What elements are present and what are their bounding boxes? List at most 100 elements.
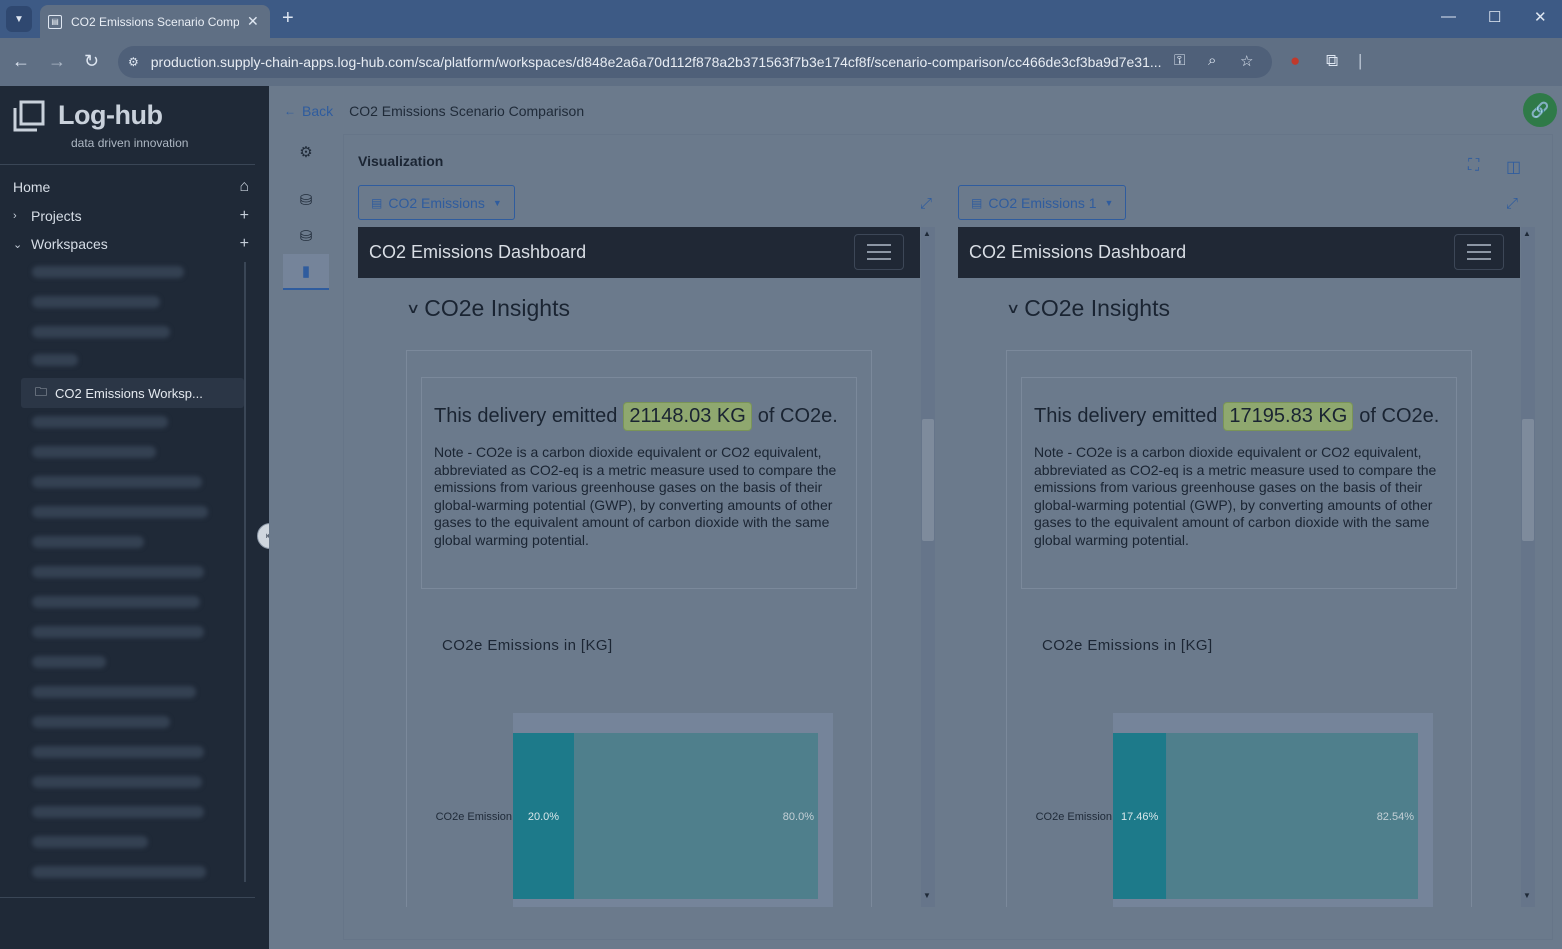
dashboard-header: CO2 Emissions Dashboard: [358, 227, 920, 278]
scroll-up-icon[interactable]: ▲: [923, 229, 931, 238]
scroll-down-icon[interactable]: ▼: [1523, 891, 1531, 900]
sidebar-item-home[interactable]: Home ⌂: [13, 176, 249, 198]
blurred-workspace-item[interactable]: [32, 806, 204, 818]
blurred-workspace-item[interactable]: [32, 866, 206, 878]
bar-data-label: 17.46%: [1121, 811, 1159, 823]
emission-value-badge: 17195.83 KG: [1223, 402, 1354, 431]
main-content: ← Back CO2 Emissions Scenario Comparison…: [269, 86, 1562, 949]
hamburger-menu-button[interactable]: [854, 234, 904, 270]
emission-summary-line: This delivery emitted 17195.83 KG of CO2…: [1034, 402, 1439, 431]
tool-rail: ⚙ ⛁ ⛁ ▮: [283, 134, 329, 300]
blurred-workspace-item[interactable]: [32, 266, 184, 278]
blurred-workspace-item[interactable]: [32, 416, 168, 428]
emission-prefix: This delivery emitted: [434, 405, 618, 427]
share-link-button[interactable]: 🔗: [1523, 93, 1557, 127]
emission-prefix: This delivery emitted: [1034, 405, 1218, 427]
back-arrow-icon[interactable]: ←: [12, 51, 30, 72]
database-input-icon[interactable]: ⛁: [283, 182, 329, 218]
logo-text: Log-hub: [58, 100, 163, 130]
add-project-icon[interactable]: +: [240, 207, 249, 225]
site-settings-icon[interactable]: ⚙: [128, 55, 139, 69]
dashboard-scrollbar[interactable]: ▲ ▼: [1521, 227, 1535, 907]
bar-segment[interactable]: [574, 733, 818, 899]
blurred-workspace-item[interactable]: [32, 446, 156, 458]
blurred-workspace-item[interactable]: [32, 686, 196, 698]
settings-gear-icon[interactable]: ⚙: [283, 134, 329, 170]
scrollbar-thumb[interactable]: [1522, 419, 1534, 541]
maximize-button[interactable]: ☐: [1488, 8, 1501, 26]
sidebar-item-projects[interactable]: › Projects +: [13, 205, 249, 227]
address-bar[interactable]: ⚙ production.supply-chain-apps.log-hub.c…: [118, 46, 1272, 78]
chevron-down-icon: ⌄: [13, 238, 23, 251]
password-key-icon[interactable]: ⚿: [1174, 52, 1185, 69]
chevron-right-icon: ›: [13, 210, 17, 222]
co2e-note: Note - CO2e is a carbon dioxide equivale…: [434, 444, 837, 548]
blurred-workspace-item[interactable]: [32, 836, 148, 848]
blurred-workspace-item[interactable]: [32, 596, 200, 608]
blurred-workspace-item[interactable]: [32, 476, 202, 488]
blurred-workspace-item[interactable]: [32, 536, 144, 548]
tab-close-icon[interactable]: ✕: [247, 13, 259, 30]
fullscreen-icon[interactable]: ⛶: [1468, 157, 1479, 175]
forward-arrow-icon[interactable]: →: [48, 51, 66, 72]
folder-icon: 🗀: [35, 384, 48, 399]
extensions-puzzle-icon[interactable]: ⧉: [1326, 51, 1338, 71]
scenario-pane-right: ▤ CO2 Emissions 1 ▼ ⤢ CO2 Emissions Dash…: [958, 185, 1536, 907]
hamburger-menu-button[interactable]: [1454, 234, 1504, 270]
blurred-workspace-item[interactable]: [32, 776, 202, 788]
link-icon: 🔗: [1530, 102, 1550, 119]
sidebar-item-active-workspace[interactable]: 🗀 CO2 Emissions Worksp...: [21, 378, 244, 408]
bar-data-label: 20.0%: [528, 811, 559, 823]
scroll-up-icon[interactable]: ▲: [1523, 229, 1531, 238]
database-output-icon[interactable]: ⛁: [283, 218, 329, 254]
blurred-workspace-item[interactable]: [32, 656, 106, 668]
back-link[interactable]: ← Back: [284, 103, 333, 119]
dashboard-scrollbar[interactable]: ▲ ▼: [921, 227, 935, 907]
browser-tab[interactable]: ▤ CO2 Emissions Scenario Compa ✕: [40, 5, 270, 38]
tab-search-button[interactable]: ▼: [6, 6, 32, 32]
bar-chart-icon[interactable]: ▮: [283, 254, 329, 290]
new-tab-button[interactable]: +: [282, 7, 294, 30]
scrollbar-thumb[interactable]: [922, 419, 934, 541]
logo-tagline: data driven innovation: [71, 136, 189, 150]
expand-pane-icon[interactable]: ⤢: [1506, 195, 1518, 212]
sidebar-divider: [0, 897, 255, 898]
sidebar-item-label: Workspaces: [31, 236, 108, 252]
bookmark-star-icon[interactable]: ☆: [1240, 52, 1253, 70]
blurred-workspace-item[interactable]: [32, 566, 204, 578]
caret-down-icon: ▼: [1104, 197, 1114, 208]
minimize-button[interactable]: —: [1441, 8, 1456, 25]
browser-tab-bar: ▼ ▤ CO2 Emissions Scenario Compa ✕ + — ☐…: [0, 0, 1562, 38]
close-window-button[interactable]: ✕: [1534, 8, 1547, 26]
blurred-workspace-item[interactable]: [32, 626, 204, 638]
insights-section-toggle[interactable]: ∨ CO2e Insights: [406, 295, 570, 322]
section-title: CO2e Insights: [424, 295, 570, 321]
reload-icon[interactable]: ↻: [84, 51, 99, 72]
blurred-workspace-item[interactable]: [32, 326, 170, 338]
scroll-down-icon[interactable]: ▼: [923, 891, 931, 900]
dashboard-header: CO2 Emissions Dashboard: [958, 227, 1520, 278]
scenario-select-dropdown[interactable]: ▤ CO2 Emissions 1 ▼: [958, 185, 1127, 220]
opera-extension-icon[interactable]: ●: [1290, 51, 1300, 71]
emissions-bar-chart: 20.0% 80.0% CO2e Emission: [436, 713, 833, 907]
expand-pane-icon[interactable]: ⤢: [920, 195, 932, 212]
sidebar-scrollbar[interactable]: [244, 262, 246, 882]
emissions-bar-chart: 17.46% 82.54% CO2e Emission: [1036, 713, 1433, 907]
blurred-workspace-item[interactable]: [32, 296, 160, 308]
scenario-select-dropdown[interactable]: ▤ CO2 Emissions ▼: [358, 185, 515, 220]
chevron-down-icon: ▼: [14, 13, 24, 25]
blurred-workspace-item[interactable]: [32, 716, 170, 728]
sidebar-item-workspaces[interactable]: ⌄ Workspaces +: [13, 233, 249, 255]
blurred-workspace-item[interactable]: [32, 746, 204, 758]
visualization-card: Visualization ⛶ ◫ ▤ CO2 Emissions ▼ ⤢ CO…: [343, 134, 1553, 940]
insights-section-toggle[interactable]: ∨ CO2e Insights: [1005, 295, 1170, 322]
insights-section: This delivery emitted 21148.03 KG of CO2…: [406, 350, 872, 907]
zoom-icon[interactable]: ⌕: [1208, 52, 1216, 69]
chevron-down-icon: ∨: [1005, 300, 1021, 316]
add-workspace-icon[interactable]: +: [240, 235, 249, 253]
split-view-icon[interactable]: ◫: [1506, 157, 1521, 177]
emission-summary-line: This delivery emitted 21148.03 KG of CO2…: [434, 402, 838, 431]
dashboard-frame: CO2 Emissions Dashboard ∨ CO2e Insights …: [958, 227, 1520, 907]
blurred-workspace-item[interactable]: [32, 354, 78, 366]
blurred-workspace-item[interactable]: [32, 506, 208, 518]
